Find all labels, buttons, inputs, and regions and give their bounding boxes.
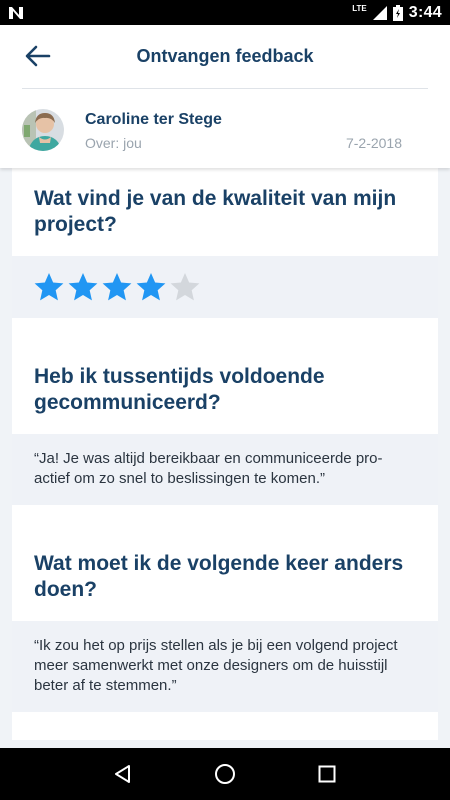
sender-row: Caroline ter Stege Over: jou 7-2-2018	[22, 107, 402, 157]
star-rating	[12, 256, 438, 318]
question-title: Wat vind je van de kwaliteit van mijn pr…	[34, 187, 397, 236]
square-recent-icon	[318, 765, 336, 783]
app-bar: Ontvangen feedback	[0, 25, 450, 87]
answer-text: “Ja! Je was altijd bereikbaar en communi…	[34, 450, 383, 487]
signal-icon	[372, 5, 387, 20]
star-icon	[102, 273, 132, 301]
header-card: Ontvangen feedback Caroline ter Stege Ov…	[0, 25, 450, 168]
section-spacer	[12, 712, 438, 740]
star-icon	[170, 273, 200, 301]
section-spacer	[12, 318, 438, 346]
star-icon	[68, 273, 98, 301]
star-icon	[34, 273, 64, 301]
clock: 3:44	[408, 3, 442, 21]
divider	[22, 88, 428, 89]
question-title: Heb ik tussentijds voldoende gecommunice…	[34, 365, 325, 414]
status-bar: LTE 3:44	[0, 0, 450, 25]
question-title: Wat moet ik de volgende keer anders doen…	[34, 552, 404, 601]
answer-block: “Ja! Je was altijd bereikbaar en communi…	[12, 434, 438, 505]
feedback-date: 7-2-2018	[345, 135, 402, 151]
circle-home-icon	[215, 764, 235, 784]
network-type: LTE	[352, 4, 367, 13]
star-icon	[136, 273, 166, 301]
notification-n-icon	[9, 6, 23, 19]
answer-text: “Ik zou het op prijs stellen als je bij …	[34, 637, 398, 694]
nav-home-button[interactable]	[197, 748, 253, 800]
nav-back-button[interactable]	[95, 748, 151, 800]
question-block: Heb ik tussentijds voldoende gecommunice…	[12, 346, 438, 434]
nav-recent-button[interactable]	[299, 748, 355, 800]
system-nav-bar	[0, 748, 450, 800]
avatar	[22, 109, 64, 151]
sender-name: Caroline ter Stege	[85, 111, 222, 128]
page-title: Ontvangen feedback	[136, 45, 314, 66]
battery-icon	[392, 4, 403, 21]
question-block: Wat vind je van de kwaliteit van mijn pr…	[12, 168, 438, 256]
feedback-list[interactable]: Wat vind je van de kwaliteit van mijn pr…	[12, 168, 438, 748]
question-block: Wat moet ik de volgende keer anders doen…	[12, 533, 438, 621]
sender-subject: Over: jou	[85, 135, 142, 151]
vibrate-icon	[332, 6, 346, 20]
arrow-left-icon	[25, 45, 51, 67]
back-button[interactable]	[10, 28, 66, 84]
answer-block: “Ik zou het op prijs stellen als je bij …	[12, 621, 438, 712]
triangle-back-icon	[115, 765, 130, 783]
section-spacer	[12, 505, 438, 533]
